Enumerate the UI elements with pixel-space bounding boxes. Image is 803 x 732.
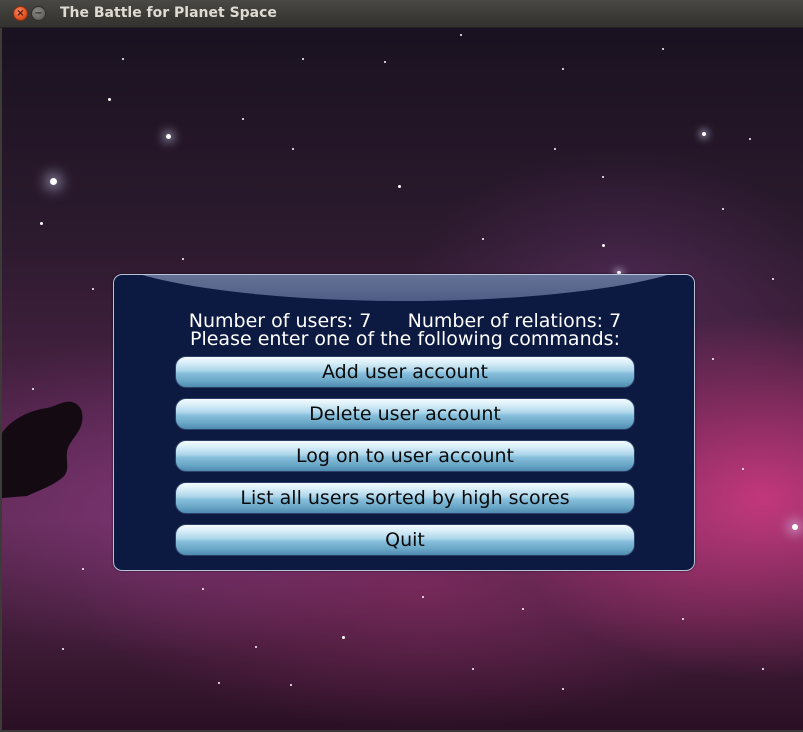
- star: [255, 646, 257, 648]
- star: [32, 388, 34, 390]
- star: [398, 185, 401, 188]
- star: [166, 134, 171, 139]
- star: [108, 98, 111, 101]
- star: [522, 608, 524, 610]
- star: [242, 118, 244, 120]
- minimize-icon: −: [34, 7, 43, 19]
- window-titlebar: × − The Battle for Planet Space: [0, 0, 803, 28]
- close-window-button[interactable]: ×: [13, 6, 28, 21]
- command-prompt: Please enter one of the following comman…: [190, 328, 620, 350]
- star: [772, 278, 774, 280]
- star: [602, 176, 604, 178]
- close-icon: ×: [16, 7, 25, 19]
- star: [62, 648, 64, 650]
- space-background: Number of users: 7 Number of relations: …: [2, 28, 803, 730]
- star: [602, 244, 605, 247]
- star: [122, 58, 124, 60]
- list-high-scores-button[interactable]: List all users sorted by high scores: [175, 482, 635, 514]
- star: [712, 358, 714, 360]
- star: [384, 61, 386, 63]
- panel-header-gloss: [114, 275, 694, 301]
- star: [762, 668, 764, 670]
- star: [472, 668, 474, 670]
- star: [482, 238, 484, 240]
- star: [50, 178, 57, 185]
- star: [202, 588, 204, 590]
- star: [749, 138, 751, 140]
- star: [82, 568, 84, 570]
- star: [792, 524, 798, 530]
- star: [422, 596, 424, 598]
- main-menu-panel: Number of users: 7 Number of relations: …: [113, 274, 695, 571]
- star: [562, 68, 564, 70]
- minimize-window-button[interactable]: −: [31, 6, 46, 21]
- star: [562, 688, 564, 690]
- add-user-account-button[interactable]: Add user account: [175, 356, 635, 388]
- star: [292, 148, 294, 150]
- star: [742, 468, 744, 470]
- window-title: The Battle for Planet Space: [60, 5, 277, 21]
- star: [460, 34, 462, 36]
- star: [342, 636, 345, 639]
- star: [40, 222, 43, 225]
- log-on-button[interactable]: Log on to user account: [175, 440, 635, 472]
- delete-user-account-button[interactable]: Delete user account: [175, 398, 635, 430]
- star: [702, 132, 706, 136]
- star: [662, 48, 664, 50]
- star: [722, 208, 724, 210]
- star: [92, 288, 94, 290]
- star: [554, 148, 556, 150]
- star: [682, 618, 684, 620]
- star: [302, 58, 304, 60]
- star: [218, 682, 220, 684]
- star: [290, 684, 292, 686]
- star: [182, 258, 184, 260]
- quit-button[interactable]: Quit: [175, 524, 635, 556]
